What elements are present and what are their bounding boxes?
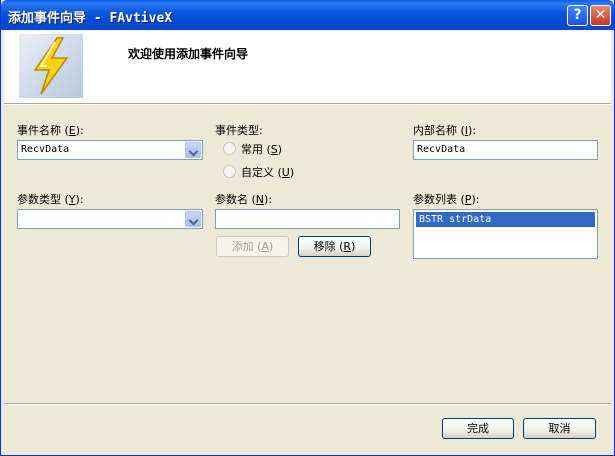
title-bar[interactable]: 添加事件向导 - FAvtiveX ? ✕ bbox=[1, 0, 614, 30]
event-name-label: 事件名称 (E): bbox=[17, 124, 84, 137]
event-type-radio-common[interactable] bbox=[223, 142, 236, 155]
internal-name-label: 内部名称 (I): bbox=[413, 124, 477, 137]
chevron-down-icon[interactable] bbox=[185, 142, 201, 158]
event-name-value: RecvData bbox=[21, 144, 70, 155]
param-list-label: 参数列表 (P): bbox=[413, 193, 480, 206]
param-type-combo[interactable] bbox=[17, 209, 203, 229]
cancel-button[interactable]: 取消 bbox=[523, 418, 596, 439]
help-button[interactable]: ? bbox=[567, 5, 588, 26]
param-listbox[interactable]: BSTR strData bbox=[413, 209, 598, 259]
remove-param-button[interactable]: 移除 (R) bbox=[298, 236, 371, 257]
param-name-label: 参数名 (N): bbox=[215, 193, 273, 206]
finish-button[interactable]: 完成 bbox=[442, 418, 514, 439]
event-type-radio-custom[interactable] bbox=[223, 165, 236, 178]
internal-name-input[interactable]: RecvData bbox=[413, 140, 598, 160]
add-param-button[interactable]: 添加 (A) bbox=[216, 236, 289, 257]
event-type-option-common[interactable]: 常用 (S) bbox=[241, 141, 282, 157]
window-title: 添加事件向导 - FAvtiveX bbox=[8, 11, 173, 26]
lightning-bolt-icon bbox=[19, 34, 83, 98]
list-item[interactable]: BSTR strData bbox=[416, 212, 595, 227]
event-type-option-custom[interactable]: 自定义 (U) bbox=[241, 164, 294, 180]
footer-divider bbox=[4, 403, 611, 405]
banner-title: 欢迎使用添加事件向导 bbox=[128, 47, 249, 61]
param-type-label: 参数类型 (Y): bbox=[17, 193, 84, 206]
event-name-combo[interactable]: RecvData bbox=[17, 140, 203, 160]
wizard-window: 添加事件向导 - FAvtiveX ? ✕ 欢迎使用添加事件向导 事件名称 (E… bbox=[0, 0, 615, 456]
event-type-label: 事件类型: bbox=[215, 124, 263, 137]
banner-divider bbox=[4, 104, 611, 105]
close-button[interactable]: ✕ bbox=[590, 5, 611, 26]
param-name-input[interactable] bbox=[215, 209, 400, 229]
chevron-down-icon[interactable] bbox=[185, 211, 201, 227]
wizard-banner: 欢迎使用添加事件向导 bbox=[4, 30, 611, 104]
